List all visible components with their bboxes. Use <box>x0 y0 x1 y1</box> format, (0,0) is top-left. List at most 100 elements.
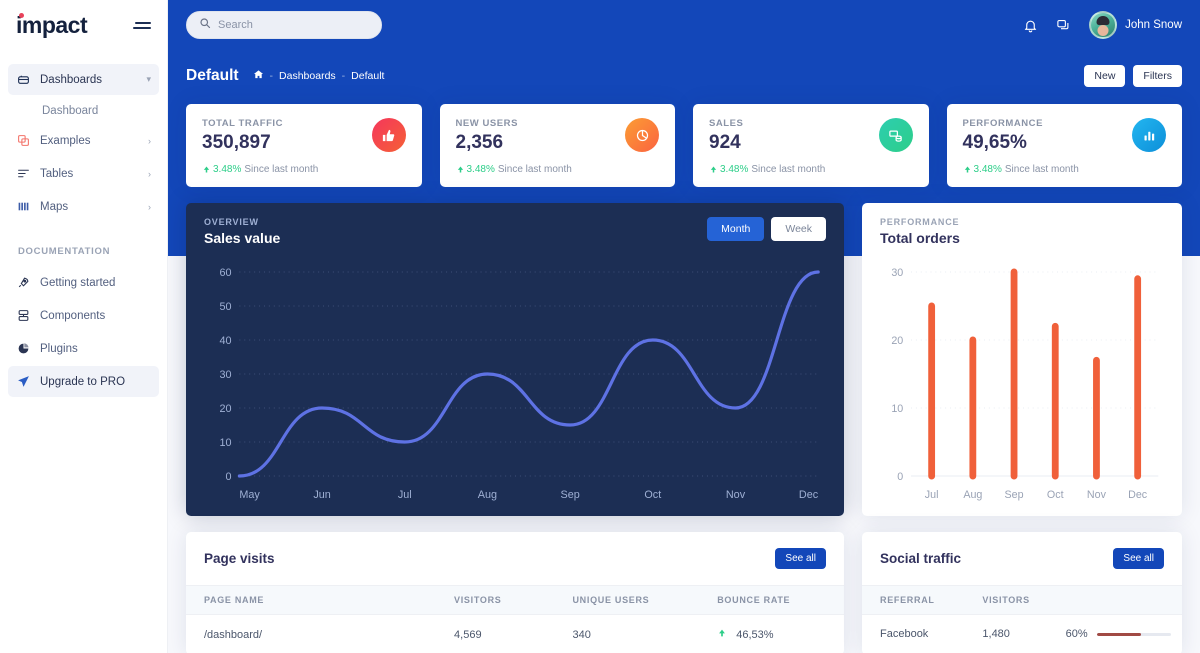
svg-text:Oct: Oct <box>1047 489 1064 501</box>
components-icon <box>16 309 30 323</box>
breadcrumb-link-dashboards[interactable]: Dashboards <box>279 70 336 82</box>
user-menu[interactable]: John Snow <box>1089 11 1182 39</box>
tab-month[interactable]: Month <box>707 217 765 241</box>
card-title: Sales value <box>204 230 281 246</box>
sidebar-item-upgrade-to-pro[interactable]: Upgrade to PRO <box>8 366 159 397</box>
social-traffic-see-all-button[interactable]: See all <box>1113 548 1164 569</box>
sales-line-chart: 0 10 20 30 40 50 60 May Jun Jul Aug Sep Oct Nov Dec <box>186 258 844 516</box>
bar-chart-svg: 0 10 20 30 Jul Aug Sep Oct Nov Dec <box>891 267 1159 501</box>
sidebar-item-maps[interactable]: Maps › <box>8 191 159 222</box>
sidebar-item-tables[interactable]: Tables › <box>8 158 159 189</box>
stat-label: PERFORMANCE <box>962 118 1043 129</box>
stat-delta-text: Since last month <box>244 164 319 175</box>
filters-button[interactable]: Filters <box>1133 65 1182 87</box>
search-box[interactable] <box>186 11 382 39</box>
stat-delta: 3.48% <box>202 164 241 175</box>
chevron-right-icon: › <box>148 135 151 146</box>
stat-value: 350,897 <box>202 132 271 153</box>
sidebar-item-label: Upgrade to PRO <box>40 375 126 388</box>
brand-row: impact <box>0 0 167 50</box>
social-traffic-card: Social traffic See all REFERRAL VISITORS <box>862 532 1182 653</box>
cell-bounce-rate: 46,53% <box>699 614 844 653</box>
search-input[interactable] <box>218 19 369 31</box>
sales-value-card: OVERVIEW Sales value Month Week 0 10 20 30 4… <box>186 203 844 516</box>
brand-logo[interactable]: impact <box>16 11 88 39</box>
logo-dot <box>19 12 24 18</box>
page-title: Default <box>186 67 239 84</box>
page-header: Default - Dashboards - Default New Filte… <box>168 50 1200 94</box>
chat-icon[interactable] <box>1056 18 1071 33</box>
svg-text:May: May <box>239 489 260 501</box>
progress-bar <box>1096 632 1171 636</box>
svg-text:20: 20 <box>891 335 903 347</box>
topbar: John Snow <box>168 0 1200 50</box>
sidebar-item-examples[interactable]: Examples › <box>8 125 159 156</box>
chevron-right-icon: › <box>148 168 151 179</box>
column-unique-users: UNIQUE USERS <box>554 585 700 615</box>
svg-text:Sep: Sep <box>560 489 579 501</box>
stat-cards: TOTAL TRAFFIC 350,897 3.48% Since last m… <box>168 94 1200 187</box>
cell-visitors: 1,480 <box>964 614 1048 653</box>
column-progress <box>1047 585 1182 615</box>
period-toggle: Month Week <box>707 217 826 241</box>
paper-plane-icon <box>16 375 30 389</box>
column-visitors: VISITORS <box>964 585 1048 615</box>
column-referral: REFERRAL <box>862 585 965 615</box>
sidebar-item-getting-started[interactable]: Getting started <box>8 267 159 298</box>
stat-label: SALES <box>709 118 744 129</box>
svg-text:Jun: Jun <box>313 489 330 501</box>
brand-name: impact <box>16 11 88 38</box>
sidebar-item-label: Examples <box>40 134 91 147</box>
svg-text:Dec: Dec <box>799 489 819 501</box>
main-area: John Snow Default - Dashboards - Default <box>168 0 1200 653</box>
bounce-rate-value: 46,53% <box>736 628 774 641</box>
sidebar-subitem-dashboard[interactable]: Dashboard <box>8 97 159 125</box>
stat-delta: 3.48% <box>456 164 495 175</box>
stat-delta-text: Since last month <box>497 164 572 175</box>
column-page-name: PAGE NAME <box>186 585 437 615</box>
svg-text:20: 20 <box>219 403 231 415</box>
stat-delta-value: 3.48% <box>213 164 242 175</box>
user-name: John Snow <box>1125 19 1182 31</box>
sidebar-item-plugins[interactable]: Plugins <box>8 333 159 364</box>
tab-week[interactable]: Week <box>771 217 826 241</box>
charts-row: OVERVIEW Sales value Month Week 0 10 20 30 4… <box>168 187 1200 516</box>
svg-text:10: 10 <box>891 403 903 415</box>
dashboard-icon <box>16 73 30 87</box>
cell-page-name: /dashboard/ <box>186 614 437 653</box>
hamburger-icon[interactable] <box>131 18 153 33</box>
svg-text:0: 0 <box>225 471 231 483</box>
breadcrumb-link-default[interactable]: Default <box>351 70 384 82</box>
money-icon <box>878 118 913 152</box>
svg-text:10: 10 <box>219 437 231 449</box>
table-row[interactable]: Facebook 1,480 60% <box>862 614 1182 653</box>
svg-text:Nov: Nov <box>726 489 746 501</box>
content: John Snow Default - Dashboards - Default <box>168 0 1200 653</box>
svg-text:Jul: Jul <box>398 489 412 501</box>
sidebar-item-label: Plugins <box>40 342 78 355</box>
stat-card-total-traffic: TOTAL TRAFFIC 350,897 3.48% Since last m… <box>186 104 422 187</box>
bell-icon[interactable] <box>1023 18 1038 33</box>
sidebar-nav: Dashboards ▾ Dashboard Examples › Tables… <box>0 50 167 397</box>
arrow-up-icon <box>717 628 727 641</box>
sidebar: impact Dashboards ▾ Dashboard Examples ›… <box>0 0 168 653</box>
sidebar-item-dashboards[interactable]: Dashboards ▾ <box>8 64 159 95</box>
table-row[interactable]: /dashboard/ 4,569 340 46,53% <box>186 614 844 653</box>
sidebar-item-label: Dashboards <box>40 73 103 86</box>
home-icon[interactable] <box>253 69 264 83</box>
column-bounce-rate: BOUNCE RATE <box>699 585 844 615</box>
cell-visitors: 4,569 <box>436 614 555 653</box>
page-visits-card: Page visits See all PAGE NAME VISITORS U… <box>186 532 844 653</box>
stat-delta-value: 3.48% <box>720 164 749 175</box>
new-button[interactable]: New <box>1084 65 1126 87</box>
stat-card-sales: SALES 924 3.48% Since last month <box>693 104 929 187</box>
stat-delta: 3.48% <box>709 164 748 175</box>
sidebar-item-label: Maps <box>40 200 69 213</box>
page-visits-see-all-button[interactable]: See all <box>775 548 826 569</box>
social-traffic-table: REFERRAL VISITORS Facebook 1,480 60% <box>862 585 1182 653</box>
svg-text:60: 60 <box>219 267 231 279</box>
search-icon <box>199 16 211 34</box>
sidebar-item-components[interactable]: Components <box>8 300 159 331</box>
dashboard-app: impact Dashboards ▾ Dashboard Examples ›… <box>0 0 1200 653</box>
svg-text:Jul: Jul <box>925 489 939 501</box>
